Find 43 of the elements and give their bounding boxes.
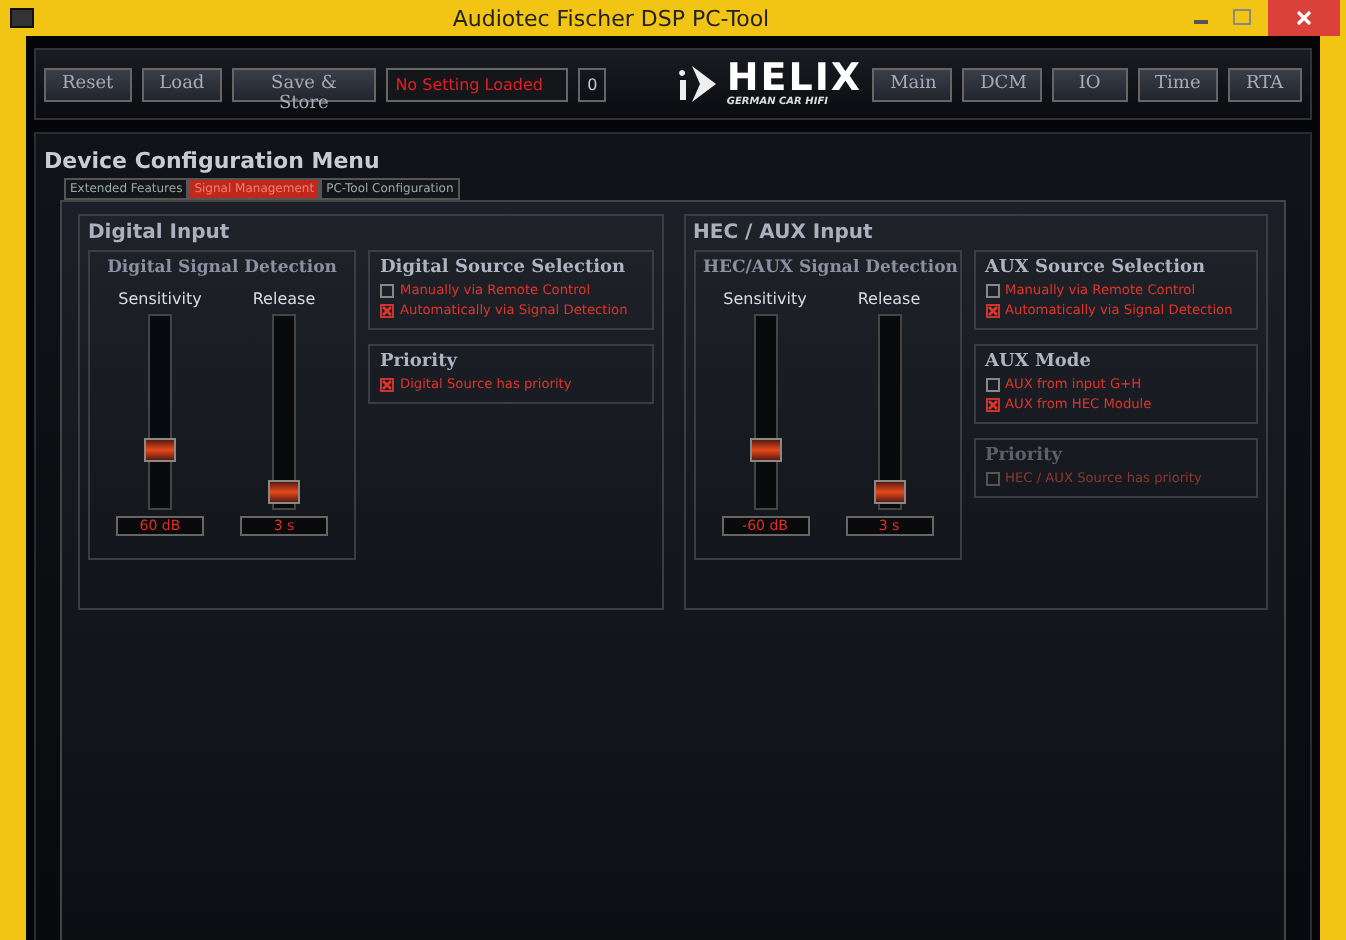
slider-track[interactable] — [148, 314, 172, 510]
nav-button[interactable]: IO — [1052, 67, 1128, 101]
nav-button[interactable]: RTA — [1227, 67, 1302, 101]
counter-field: 0 — [578, 67, 607, 101]
slider-track[interactable] — [877, 314, 901, 510]
checkbox[interactable] — [985, 283, 999, 297]
nav-button[interactable]: Main — [872, 67, 953, 101]
nav-button[interactable]: DCM — [962, 67, 1043, 101]
slider-label: Release — [252, 290, 316, 308]
slider-thumb[interactable] — [268, 480, 300, 505]
app-icon — [10, 8, 34, 28]
checkbox[interactable] — [985, 397, 999, 411]
toolbar-button[interactable]: Load — [141, 67, 223, 101]
slider-label: Sensitivity — [118, 290, 202, 308]
section-title: Digital Input — [88, 222, 232, 244]
slider-label: Sensitivity — [723, 290, 807, 308]
slider-track[interactable] — [272, 314, 296, 510]
close-icon — [1296, 10, 1312, 26]
checkbox[interactable] — [985, 303, 999, 317]
checkbox[interactable] — [380, 303, 394, 317]
status-field: No Setting Loaded — [385, 67, 568, 101]
slider-track[interactable] — [753, 314, 777, 510]
window-title: Audiotec Fischer DSP PC-Tool — [450, 5, 772, 31]
toolbar-button[interactable]: Reset — [44, 67, 132, 101]
nav-button[interactable]: Time — [1137, 67, 1218, 101]
close-button[interactable] — [1268, 0, 1340, 36]
group-title: Priority — [985, 446, 1065, 466]
slider-thumb[interactable] — [873, 480, 905, 505]
group-title: Priority — [380, 352, 460, 372]
checkbox[interactable] — [380, 377, 394, 391]
checkbox[interactable] — [985, 377, 999, 391]
slider-thumb[interactable] — [749, 438, 781, 463]
slider-thumb[interactable] — [144, 438, 176, 463]
group-title: AUX Mode — [985, 352, 1093, 372]
logo-icon — [676, 64, 721, 104]
slider-label: Release — [857, 290, 921, 308]
checkbox[interactable] — [380, 283, 394, 297]
brand-name: HELIX — [726, 60, 863, 98]
section-title: HEC / AUX Input — [693, 222, 875, 244]
group-title: Digital Source Selection — [380, 258, 628, 278]
group-title: AUX Source Selection — [985, 258, 1208, 278]
panel-title: Digital Signal Detection — [105, 258, 339, 278]
menu-title: Device Configuration Menu — [44, 148, 382, 174]
